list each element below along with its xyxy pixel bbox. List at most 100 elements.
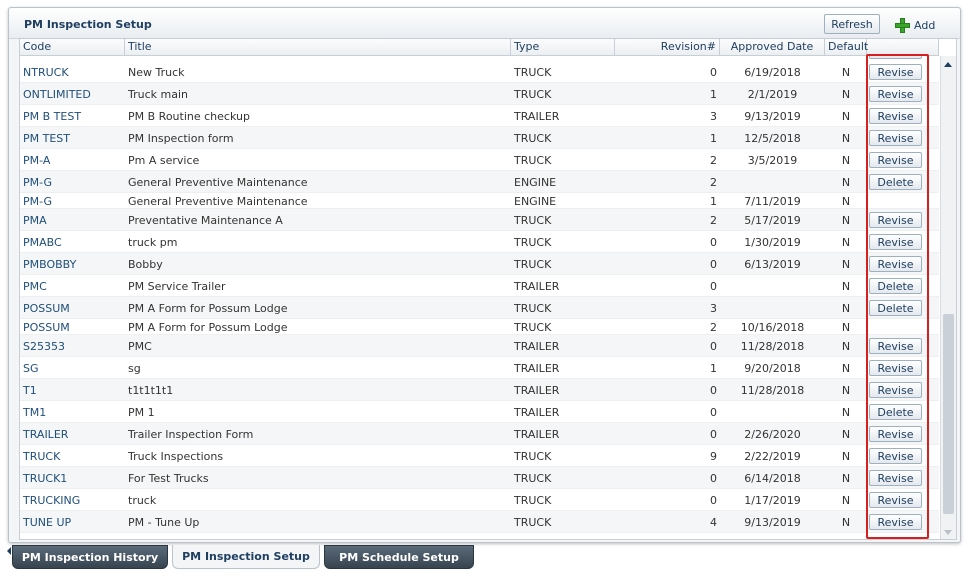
table-row[interactable]: S25353 PMC TRAILER 0 11/28/2018 N Revise: [20, 335, 939, 357]
delete-button[interactable]: Delete: [869, 300, 922, 316]
cell-type: TRUCK: [514, 301, 552, 315]
table-row[interactable]: POSSUM PM A Form for Possum Lodge TRUCK 2 10…: [20, 319, 939, 335]
cell-default: N: [841, 427, 851, 441]
cell-revision: 1: [710, 131, 717, 145]
scroll-down-arrow-icon[interactable]: [944, 530, 952, 535]
table-row[interactable]: ONTLIMITED Truck main TRUCK 1 2/1/2019 N Revis…: [20, 83, 939, 105]
table-row[interactable]: TRUCK Truck Inspections TRUCK 9 2/22/2019 N Re…: [20, 445, 939, 467]
cell-default: N: [841, 301, 851, 315]
cell-type: TRAILER: [514, 279, 560, 293]
revise-button[interactable]: Revise: [869, 426, 922, 442]
column-header-code[interactable]: Code: [20, 39, 125, 55]
partial-row-button[interactable]: [869, 54, 922, 59]
table-row[interactable]: TM1 PM 1 TRAILER 0 N Delete: [20, 401, 939, 423]
cell-approved: 11/28/2018: [740, 383, 805, 397]
tab-pm-schedule-setup[interactable]: PM Schedule Setup: [324, 545, 474, 569]
column-header-approved-date[interactable]: Approved Date: [720, 39, 825, 55]
cell-default: N: [841, 515, 851, 529]
panel-header: PM Inspection Setup Refresh Add: [9, 8, 960, 39]
cell-code: PMC: [23, 279, 47, 293]
revise-button[interactable]: Revise: [869, 338, 922, 354]
cell-default: N: [841, 279, 851, 293]
cell-title: t1t1t1t1: [128, 383, 174, 397]
revise-button[interactable]: Revise: [869, 86, 922, 102]
table-row[interactable]: PM B TEST PM B Routine checkup TRAILER 3 9/1…: [20, 105, 939, 127]
column-header-default[interactable]: Default: [825, 39, 868, 55]
revise-button[interactable]: Revise: [869, 152, 922, 168]
cell-code: PMBOBBY: [23, 257, 77, 271]
scroll-thumb[interactable]: [943, 314, 954, 514]
cell-code: TRUCK: [23, 449, 61, 463]
delete-button[interactable]: Delete: [869, 174, 922, 190]
revise-button[interactable]: Revise: [869, 256, 922, 272]
cell-revision: 2: [710, 320, 717, 334]
revise-button[interactable]: Revise: [869, 212, 922, 228]
inspection-table: Code Title Type Revision# Approved Date …: [19, 38, 957, 540]
cell-revision: 2: [710, 175, 717, 189]
table-row[interactable]: PM-G General Preventive Maintenance ENGINE…: [20, 193, 939, 209]
revise-button[interactable]: Revise: [869, 382, 922, 398]
revise-button[interactable]: Revise: [869, 130, 922, 146]
table-row[interactable]: POSSUM PM A Form for Possum Lodge TRUCK 3 N D…: [20, 297, 939, 319]
table-row[interactable]: SG sg TRAILER 1 9/20/2018 N Revise: [20, 357, 939, 379]
table-row[interactable]: PMABC truck pm TRUCK 0 1/30/2019 N Revise: [20, 231, 939, 253]
table-row[interactable]: NTRUCK New Truck TRUCK 0 6/19/2018 N Revise: [20, 61, 939, 83]
revise-button[interactable]: Revise: [869, 234, 922, 250]
tab-pm-inspection-history[interactable]: PM Inspection History: [12, 545, 168, 569]
cell-default: N: [841, 493, 851, 507]
table-row[interactable]: PM-G General Preventive Maintenance ENGINE…: [20, 171, 939, 193]
cell-title: sg: [128, 361, 141, 375]
column-header-type[interactable]: Type: [511, 39, 615, 55]
table-row[interactable]: TUNE UP PM - Tune Up TRUCK 4 9/13/2019 N Revis…: [20, 511, 939, 533]
cell-title: PMC: [128, 339, 152, 353]
cell-title: Truck Inspections: [128, 449, 224, 463]
revise-button[interactable]: Revise: [869, 64, 922, 80]
table-row[interactable]: PMC PM Service Trailer TRAILER 0 N Delete: [20, 275, 939, 297]
cell-title: truck pm: [128, 235, 178, 249]
cell-code: PM B TEST: [23, 109, 82, 123]
cell-approved: 9/13/2019: [744, 109, 801, 123]
revise-button[interactable]: Revise: [869, 492, 922, 508]
column-header-revision[interactable]: Revision#: [615, 39, 720, 55]
table-row[interactable]: PM TEST PM Inspection form TRUCK 1 12/5/2018…: [20, 127, 939, 149]
tab-pm-inspection-setup[interactable]: PM Inspection Setup: [172, 545, 320, 569]
table-row[interactable]: PMBOBBY Bobby TRUCK 0 6/13/2019 N Revise: [20, 253, 939, 275]
revise-button[interactable]: Revise: [869, 360, 922, 376]
vertical-scrollbar[interactable]: [940, 56, 956, 539]
revise-button[interactable]: Revise: [869, 470, 922, 486]
delete-button[interactable]: Delete: [869, 404, 922, 420]
cell-approved: 2/22/2019: [744, 449, 801, 463]
cell-revision: 0: [710, 279, 717, 293]
table-row[interactable]: T1 t1t1t1t1 TRAILER 0 11/28/2018 N Revise: [20, 379, 939, 401]
table-row[interactable]: TRUCK1 For Test Trucks TRUCK 0 6/14/2018 N Rev…: [20, 467, 939, 489]
table-row[interactable]: TRAILER Trailer Inspection Form TRAILER 0 2/…: [20, 423, 939, 445]
cell-revision: 0: [710, 427, 717, 441]
cell-type: TRAILER: [514, 405, 560, 419]
plus-icon: [895, 17, 910, 33]
table-row[interactable]: PMA Preventative Maintenance A TRUCK 2 5/17/…: [20, 209, 939, 231]
tab-scroll-left-icon[interactable]: [7, 547, 11, 555]
cell-default: N: [841, 213, 851, 227]
cell-code: S25353: [23, 339, 65, 353]
cell-title: PM B Routine checkup: [128, 109, 250, 123]
cell-approved: 9/20/2018: [744, 361, 801, 375]
column-header-action: [867, 39, 939, 55]
revise-button[interactable]: Revise: [869, 448, 922, 464]
cell-code: SG: [23, 361, 39, 375]
cell-title: Truck main: [128, 87, 188, 101]
cell-approved: 6/13/2019: [744, 257, 801, 271]
scroll-up-arrow-icon[interactable]: [944, 62, 952, 67]
cell-revision: 0: [710, 471, 717, 485]
column-header-title[interactable]: Title: [125, 39, 511, 55]
table-row[interactable]: PM-A Pm A service TRUCK 2 3/5/2019 N Revise: [20, 149, 939, 171]
cell-title: Pm A service: [128, 153, 200, 167]
refresh-button[interactable]: Refresh: [824, 14, 880, 34]
cell-type: TRUCK: [514, 131, 552, 145]
add-button[interactable]: Add: [895, 16, 935, 34]
delete-button[interactable]: Delete: [869, 278, 922, 294]
revise-button[interactable]: Revise: [869, 514, 922, 530]
revise-button[interactable]: Revise: [869, 108, 922, 124]
table-row[interactable]: TRUCKING truck TRUCK 0 1/17/2019 N Revise: [20, 489, 939, 511]
cell-approved: 11/28/2018: [740, 339, 805, 353]
cell-title: PM A Form for Possum Lodge: [128, 301, 288, 315]
